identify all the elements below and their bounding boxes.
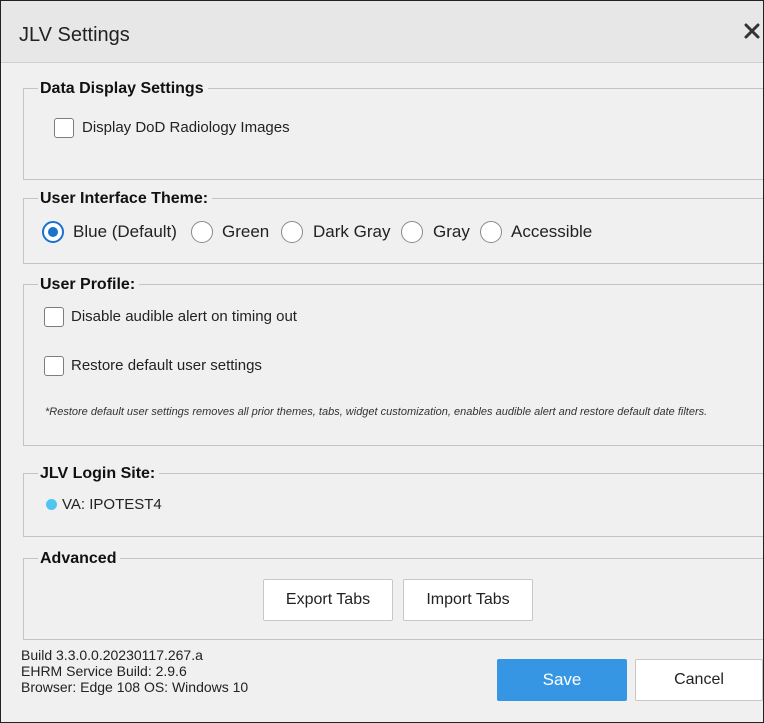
login-site-legend: JLV Login Site: bbox=[38, 464, 160, 484]
ehrm-service-build: EHRM Service Build: 2.9.6 bbox=[21, 663, 187, 679]
theme-radio-gray[interactable] bbox=[401, 221, 423, 243]
export-tabs-button[interactable]: Export Tabs bbox=[263, 579, 393, 621]
browser-info: Browser: Edge 108 OS: Windows 10 bbox=[21, 679, 249, 695]
theme-legend: User Interface Theme: bbox=[38, 189, 213, 209]
theme-label-dark-gray: Dark Gray bbox=[313, 222, 391, 241]
save-button[interactable]: Save bbox=[497, 659, 627, 701]
restore-defaults-label: Restore default user settings bbox=[71, 357, 262, 374]
audible-alert-checkbox[interactable] bbox=[44, 307, 64, 327]
settings-dialog: JLV Settings Data Display Settings Displ… bbox=[0, 0, 764, 723]
audible-alert-label: Disable audible alert on timing out bbox=[71, 308, 297, 325]
import-tabs-button[interactable]: Import Tabs bbox=[403, 579, 533, 621]
dialog-title: JLV Settings bbox=[19, 24, 130, 46]
data-display-legend: Data Display Settings bbox=[38, 79, 208, 99]
theme-label-gray: Gray bbox=[433, 222, 470, 241]
radiology-label: Display DoD Radiology Images bbox=[82, 119, 290, 136]
login-site-value: VA: IPOTEST4 bbox=[62, 496, 162, 513]
theme-label-blue: Blue (Default) bbox=[73, 222, 177, 241]
theme-label-green: Green bbox=[222, 222, 270, 241]
theme-radio-green[interactable] bbox=[191, 221, 213, 243]
close-icon[interactable] bbox=[743, 19, 761, 41]
restore-defaults-note: *Restore default user settings removes a… bbox=[45, 406, 708, 418]
theme-radio-blue[interactable] bbox=[42, 221, 64, 243]
restore-defaults-checkbox[interactable] bbox=[44, 356, 64, 376]
theme-radio-accessible[interactable] bbox=[480, 221, 502, 243]
site-status-icon bbox=[46, 499, 57, 510]
theme-radio-dark-gray[interactable] bbox=[281, 221, 303, 243]
advanced-legend: Advanced bbox=[38, 549, 121, 569]
build-version: Build 3.3.0.0.20230117.267.a bbox=[21, 647, 203, 663]
advanced-group: Advanced bbox=[23, 549, 763, 640]
radiology-checkbox[interactable] bbox=[54, 118, 74, 138]
user-profile-legend: User Profile: bbox=[38, 275, 140, 295]
dialog-titlebar: JLV Settings bbox=[1, 1, 763, 63]
theme-label-accessible: Accessible bbox=[511, 222, 593, 241]
cancel-button[interactable]: Cancel bbox=[635, 659, 763, 701]
